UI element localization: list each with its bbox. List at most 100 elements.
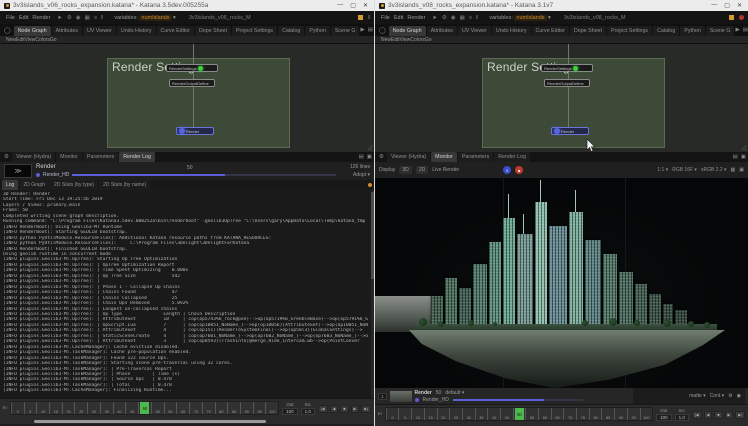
toolbar-icon[interactable]: ◉ [451,15,456,21]
channels-dropdown[interactable]: RGB 16F ▾ [672,167,697,173]
catalog-index[interactable]: 1 [378,393,387,400]
inc-value[interactable]: 1.0 [301,408,315,415]
view-flag-icon[interactable] [198,66,203,71]
log-tab[interactable]: 2D Stats (by name) [99,180,150,190]
main-tab[interactable]: Scene G [331,26,360,36]
toolbar-icon[interactable]: ≡ [94,15,97,21]
log-tab[interactable]: 2D Stats (by type) [50,180,98,190]
log-tab[interactable]: 2D Graph [19,180,49,190]
minimize-button[interactable]: — [711,2,717,9]
rendersettings-node[interactable]: RenderSettings [166,64,218,72]
split-pane-icon[interactable]: ▤ [733,154,738,160]
main-tab[interactable]: Python [305,26,330,36]
transport-button[interactable]: ◀ [704,411,713,419]
transport-button[interactable]: ▶| [361,405,371,413]
transport-button[interactable]: ▶ [725,411,734,419]
stop-render-button[interactable]: ■ [515,166,523,174]
canvas-resize-icon[interactable]: ◿ [741,144,746,151]
main-tab[interactable]: Dope Sheet [570,26,606,36]
main-tab[interactable]: Node Graph [389,26,426,36]
gear-icon[interactable]: ⚙ [2,154,11,160]
render-thumbnail[interactable]: ≫ [4,164,32,178]
maximize-pane-icon[interactable]: ▣ [367,154,372,160]
render-item-label[interactable]: Render_HD [43,172,69,178]
nodegraph-menu-item[interactable]: New [381,37,391,43]
timeline-ruler[interactable]: 0510152025303540455055606570758085909510… [385,407,653,421]
main-tab[interactable]: Scene G [706,26,735,36]
main-tab[interactable]: Attributes [427,26,457,36]
main-tab[interactable]: UV Viewer [83,26,116,36]
out-value[interactable]: 100 [282,408,298,415]
toolbar-icon[interactable]: ≡ [469,15,472,21]
split-pane-icon[interactable]: ▤ [743,27,748,33]
main-tab[interactable]: Undo History [492,26,531,36]
menu-item[interactable]: File [379,14,392,22]
live-render-label[interactable]: Live Render [432,167,459,173]
transport-button[interactable]: |◀ [692,411,702,419]
pane-tab[interactable]: Parameters [83,152,118,162]
variables-value[interactable]: numIslands [139,15,171,21]
transport-button[interactable]: ◀ [330,405,339,413]
slot-dropdown[interactable]: default ▾ [445,390,464,396]
main-tab[interactable]: UV Viewer [458,26,491,36]
variables-widget[interactable]: variables: numIslands ▾ [489,15,551,21]
toolbar-icon[interactable]: ▦ [85,15,90,21]
render-viewport[interactable] [375,178,748,388]
render-node[interactable]: Render [551,127,589,135]
timeline-range-slider[interactable] [34,420,266,423]
maximize-button[interactable]: ▢ [724,2,730,9]
transport-button[interactable]: ■ [714,411,722,419]
view-2d-button[interactable]: 2D [416,166,428,174]
pane-tab[interactable]: Render Log [119,152,155,162]
toolbar-icon[interactable]: ▦ [460,15,465,21]
main-tab[interactable]: Catalog [278,26,304,36]
main-tab[interactable]: Undo History [117,26,156,36]
renderoutputdefine-node[interactable]: RenderOutputDefine [169,79,215,87]
pane-tab[interactable]: Monitor [56,152,82,162]
pane-tab[interactable]: Parameters [458,152,493,162]
menu-item[interactable]: Render [30,14,52,22]
title-bar[interactable]: 3v3islands_v06_rocks_expansion.katana* -… [0,0,374,11]
colorspace-dropdown[interactable]: sRGB 2.2 ▾ [701,167,727,173]
minimize-button[interactable]: — [337,2,343,9]
nodegraph-menu-item[interactable]: Colors [35,37,49,43]
nodegraph-canvas[interactable]: Render Settings RenderSettings RenderOut… [0,44,374,152]
toolbar-icon[interactable]: ‖ [476,15,478,21]
pane-menu-icon[interactable]: ◯ [377,27,388,34]
tab-overflow-icon[interactable]: ▶ [735,27,739,33]
nodegraph-menu-item[interactable]: Go [50,37,57,43]
pane-tab[interactable]: Monitor [431,152,457,162]
gear-icon[interactable]: ⚙ [377,154,386,160]
timeline-playhead[interactable]: 50 [515,408,524,420]
pause-render-button[interactable]: ‖ [503,166,511,174]
main-tab[interactable]: Project Settings [232,26,277,36]
pane-menu-icon[interactable]: ◯ [2,27,13,34]
transport-button[interactable]: ▶| [735,411,745,419]
render-node[interactable]: Render [176,127,214,135]
nodegraph-menu-item[interactable]: Edit [391,37,400,43]
maximize-pane-icon[interactable]: ▣ [741,154,746,160]
split-pane-icon[interactable]: ▤ [368,27,373,33]
transport-button[interactable]: ■ [340,405,348,413]
main-tab[interactable]: Project Settings [607,26,652,36]
pane-tab[interactable]: Viewer (Hydra) [387,152,430,162]
zoom-level-dropdown[interactable]: 1:1 ▾ [657,167,668,173]
gear-icon[interactable]: ⚙ [728,393,732,399]
variables-value[interactable]: numIslands [514,15,546,21]
nodegraph-menu-item[interactable]: New [6,37,16,43]
view-3d-button[interactable]: 3D [399,166,411,174]
toolbar-icon[interactable]: ◉ [76,15,81,21]
nodegraph-canvas[interactable]: Render Settings RenderSettings RenderOut… [375,44,748,152]
toolbar-icon[interactable]: ► [57,15,62,21]
toolbar-icon[interactable]: ⚙ [442,15,447,21]
catalog-thumbnail[interactable] [390,391,412,402]
render-item-label[interactable]: Render_HD [423,397,449,403]
main-tab[interactable]: Catalog [653,26,679,36]
menu-item[interactable]: Edit [17,14,30,22]
matte-dropdown[interactable]: matte ▾ [689,393,705,399]
close-button[interactable]: ✕ [363,2,368,9]
toolbar-icon[interactable]: ► [432,15,437,21]
canvas-resize-icon[interactable]: ◿ [367,144,372,151]
main-tab[interactable]: Curve Editor [532,26,569,36]
render-log-console[interactable]: 3D Render: RenderStart Time: Fri Dec 13 … [0,190,374,398]
